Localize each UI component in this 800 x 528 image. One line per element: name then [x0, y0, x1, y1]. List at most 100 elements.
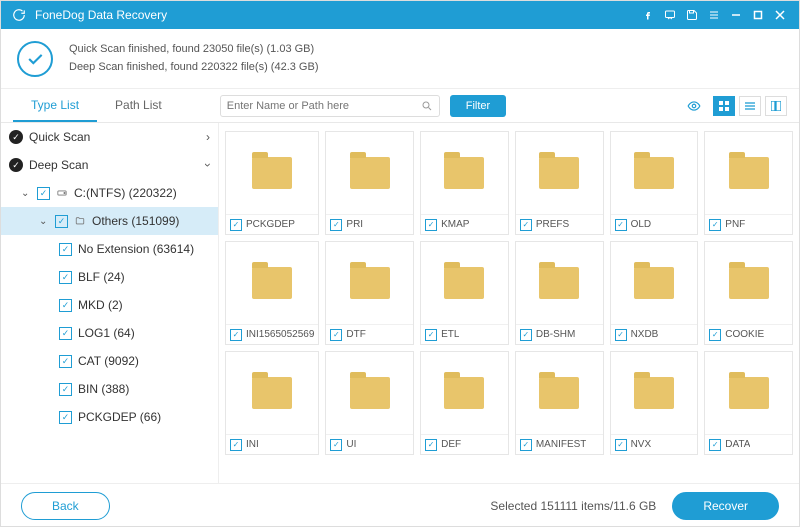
recover-button[interactable]: Recover	[672, 492, 779, 520]
checkbox[interactable]	[59, 355, 72, 368]
folder-card[interactable]: OLD	[610, 131, 699, 235]
checkbox[interactable]	[330, 219, 342, 231]
sidebar-item[interactable]: LOG1 (64)	[1, 319, 218, 347]
sidebar-label: Quick Scan	[29, 130, 90, 144]
folder-card[interactable]: COOKIE	[704, 241, 793, 345]
checkbox[interactable]	[520, 439, 532, 451]
file-grid: PCKGDEP PRI KMAP PREFSOLDPNF INI1565052569 DT…	[219, 123, 799, 483]
folder-card[interactable]: PRI	[325, 131, 414, 235]
menu-icon[interactable]	[703, 4, 725, 26]
maximize-button[interactable]	[747, 4, 769, 26]
checkbox[interactable]	[230, 439, 242, 451]
search-input[interactable]	[227, 100, 421, 112]
checkbox[interactable]	[709, 439, 721, 451]
folder-thumb	[516, 242, 603, 324]
checkbox[interactable]	[520, 219, 532, 231]
feedback-icon[interactable]	[659, 4, 681, 26]
folder-card[interactable]: PREFS	[515, 131, 604, 235]
folder-thumb	[326, 242, 413, 324]
folder-card[interactable]: DATA	[704, 351, 793, 455]
checkbox[interactable]	[615, 219, 627, 231]
search-box[interactable]	[220, 95, 440, 117]
sidebar-drive[interactable]: ⌄ C:(NTFS) (220322)	[1, 179, 218, 207]
folder-thumb	[705, 352, 792, 434]
sidebar-item[interactable]: BIN (388)	[1, 375, 218, 403]
save-icon[interactable]	[681, 4, 703, 26]
folder-name: DEF	[441, 439, 461, 450]
folder-name: PRI	[346, 219, 363, 230]
view-grid-button[interactable]	[713, 96, 735, 116]
checkbox[interactable]	[59, 271, 72, 284]
folder-card[interactable]: DB-SHM	[515, 241, 604, 345]
folder-thumb	[326, 352, 413, 434]
folder-card[interactable]: INI	[225, 351, 319, 455]
checkbox[interactable]	[59, 327, 72, 340]
sidebar-item[interactable]: No Extension (63614)	[1, 235, 218, 263]
checkbox[interactable]	[330, 329, 342, 341]
folder-card[interactable]: NXDB	[610, 241, 699, 345]
folder-card[interactable]: MANIFEST	[515, 351, 604, 455]
minimize-button[interactable]	[725, 4, 747, 26]
sidebar-item-label: No Extension (63614)	[78, 242, 194, 256]
folder-card[interactable]: INI1565052569	[225, 241, 319, 345]
folder-name: NXDB	[631, 329, 659, 340]
folder-card[interactable]: DEF	[420, 351, 509, 455]
checkbox[interactable]	[55, 215, 68, 228]
sidebar-deep-scan[interactable]: ✓ Deep Scan ›	[1, 151, 218, 179]
view-list-button[interactable]	[739, 96, 761, 116]
folder-card[interactable]: DTF	[325, 241, 414, 345]
folder-card[interactable]: PNF	[704, 131, 793, 235]
preview-eye-icon[interactable]	[685, 99, 703, 113]
checkbox[interactable]	[709, 329, 721, 341]
folder-name: DATA	[725, 439, 750, 450]
folder-thumb	[226, 242, 318, 324]
checkbox[interactable]	[615, 439, 627, 451]
folder-name: DB-SHM	[536, 329, 575, 340]
checkbox[interactable]	[330, 439, 342, 451]
facebook-icon[interactable]	[637, 4, 659, 26]
sidebar-quick-scan[interactable]: ✓ Quick Scan ›	[1, 123, 218, 151]
folder-name: DTF	[346, 329, 365, 340]
app-title: FoneDog Data Recovery	[35, 8, 637, 22]
tab-path-list[interactable]: Path List	[97, 90, 180, 122]
checkbox[interactable]	[59, 299, 72, 312]
sidebar-item[interactable]: PCKGDEP (66)	[1, 403, 218, 431]
folder-icon	[444, 377, 484, 409]
checkbox[interactable]	[59, 411, 72, 424]
app-logo-icon	[11, 7, 27, 23]
chevron-down-icon: ›	[201, 163, 215, 167]
folder-name: KMAP	[441, 219, 469, 230]
sidebar-item-label: BIN (388)	[78, 382, 129, 396]
sidebar-label: Others (151099)	[92, 214, 179, 228]
checkbox[interactable]	[520, 329, 532, 341]
sidebar-item[interactable]: MKD (2)	[1, 291, 218, 319]
folder-icon	[634, 377, 674, 409]
folder-thumb	[611, 132, 698, 214]
checkbox[interactable]	[425, 219, 437, 231]
checkbox[interactable]	[425, 439, 437, 451]
checkbox[interactable]	[230, 329, 242, 341]
folder-card[interactable]: KMAP	[420, 131, 509, 235]
checkbox[interactable]	[425, 329, 437, 341]
folder-icon	[729, 377, 769, 409]
view-detail-button[interactable]	[765, 96, 787, 116]
sidebar-item[interactable]: CAT (9092)	[1, 347, 218, 375]
sidebar-others[interactable]: ⌄ Others (151099)	[1, 207, 218, 235]
tab-type-list[interactable]: Type List	[13, 90, 97, 122]
sidebar-item[interactable]: BLF (24)	[1, 263, 218, 291]
folder-card[interactable]: NVX	[610, 351, 699, 455]
folder-icon	[350, 157, 390, 189]
footer: Back Selected 151111 items/11.6 GB Recov…	[1, 483, 799, 528]
checkbox[interactable]	[615, 329, 627, 341]
folder-card[interactable]: ETL	[420, 241, 509, 345]
folder-card[interactable]: PCKGDEP	[225, 131, 319, 235]
folder-card[interactable]: UI	[325, 351, 414, 455]
close-button[interactable]	[769, 4, 791, 26]
checkbox[interactable]	[37, 187, 50, 200]
checkbox[interactable]	[709, 219, 721, 231]
checkbox[interactable]	[230, 219, 242, 231]
checkbox[interactable]	[59, 243, 72, 256]
filter-button[interactable]: Filter	[450, 95, 506, 117]
back-button[interactable]: Back	[21, 492, 110, 520]
checkbox[interactable]	[59, 383, 72, 396]
